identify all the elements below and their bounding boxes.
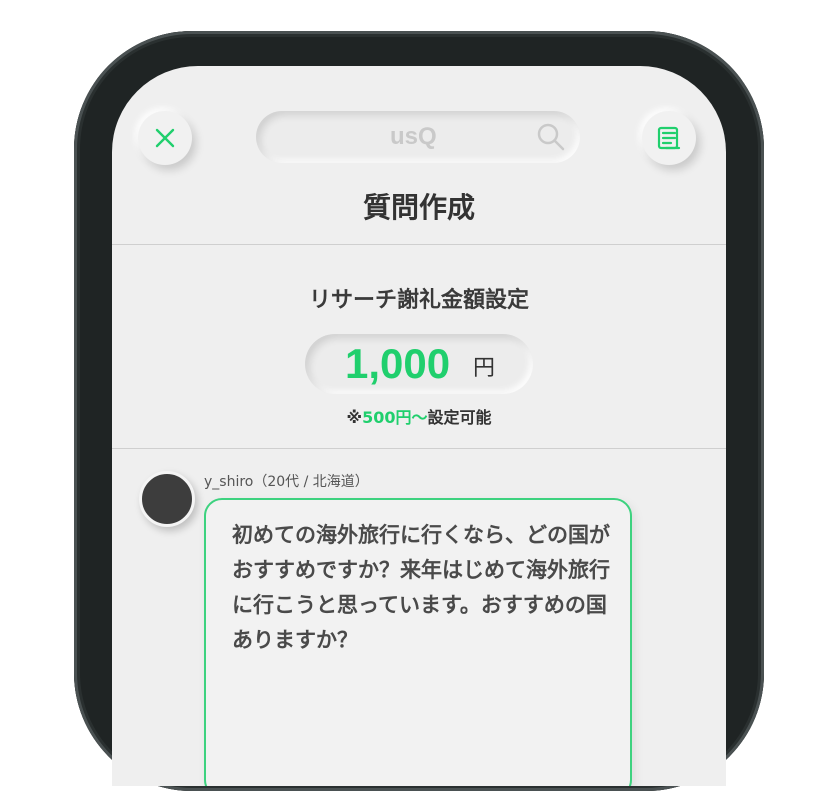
- reward-amount-unit: 円: [473, 356, 496, 381]
- reward-amount-field[interactable]: 1,000 円: [305, 334, 533, 394]
- reward-label: リサーチ謝礼金額設定: [308, 288, 529, 313]
- user-meta: y_shiro（20代 / 北海道）: [204, 474, 369, 490]
- minimum-amount-note: ※500円〜設定可能: [112, 404, 726, 428]
- message-text: 初めての海外旅行に行くなら、どの国がおすすめですか？来年はじめて海外旅行に行こう…: [232, 523, 610, 652]
- header-divider: [112, 244, 726, 245]
- note-suffix-setting: 設定: [427, 408, 460, 427]
- note-minimum: 500円〜: [362, 408, 428, 427]
- search-bar[interactable]: usQ: [256, 111, 580, 163]
- page-title: 質問作成: [362, 191, 475, 224]
- phone-screen: usQ 質問作成 リサーチ謝礼金額設定 1,000 円 ※500円〜設定可能 y…: [112, 66, 726, 786]
- avatar: [139, 471, 195, 527]
- note-suffix-possible: 可能: [459, 408, 492, 427]
- menu-lines-icon: [657, 126, 681, 150]
- menu-button[interactable]: [642, 111, 696, 165]
- search-text: usQ: [390, 123, 437, 150]
- reward-amount-value: 1,000: [345, 340, 451, 387]
- message-bubble[interactable]: 初めての海外旅行に行くなら、どの国がおすすめですか？来年はじめて海外旅行に行こう…: [204, 498, 632, 786]
- close-button[interactable]: [138, 111, 192, 165]
- search-icon[interactable]: [536, 122, 566, 152]
- note-prefix: ※: [346, 408, 363, 427]
- close-icon: [155, 128, 175, 148]
- section-divider: [112, 448, 726, 449]
